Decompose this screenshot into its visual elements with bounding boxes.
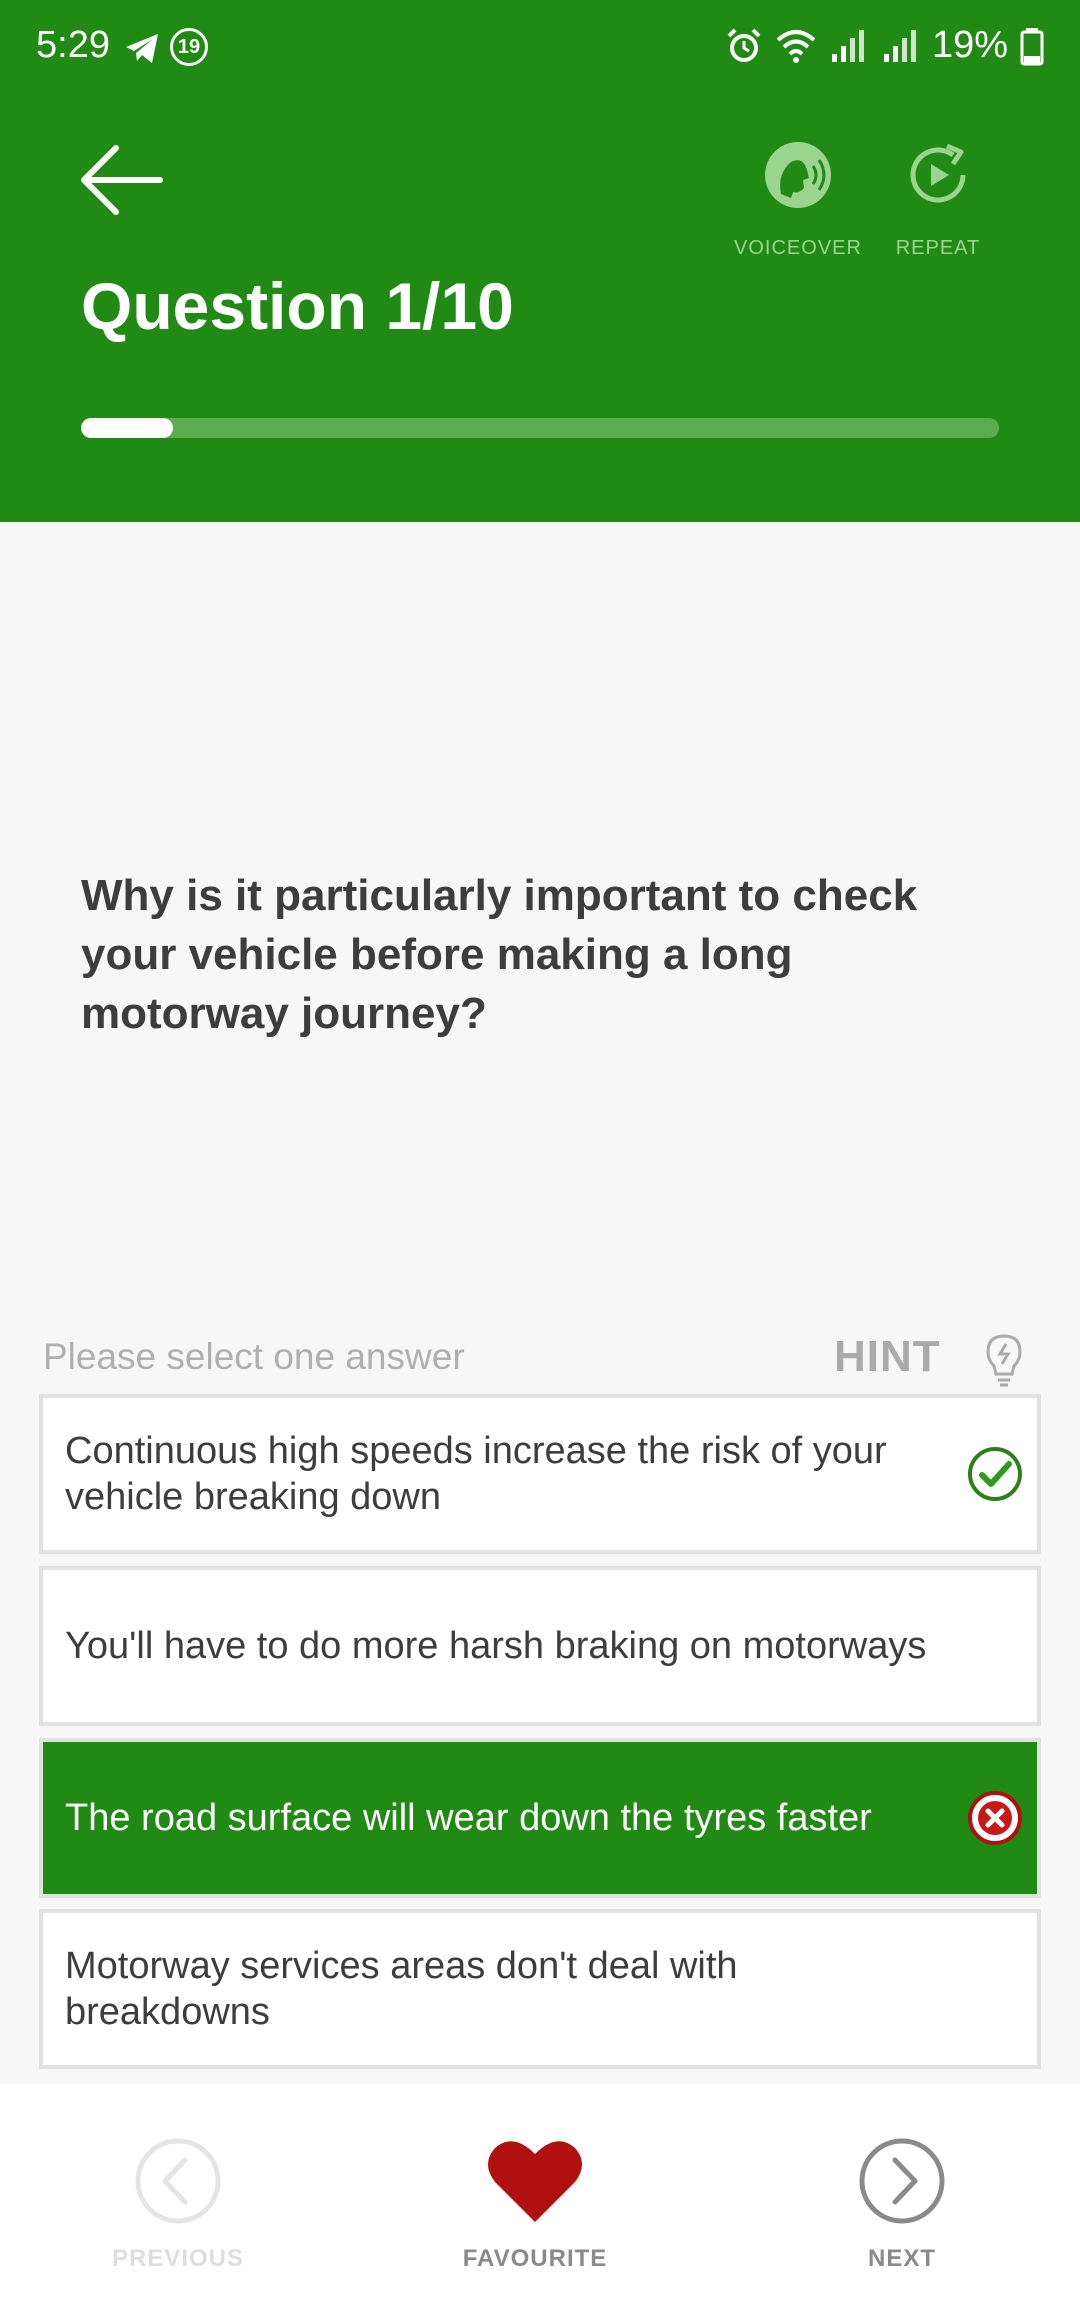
- answer-text: The road surface will wear down the tyre…: [65, 1797, 872, 1839]
- status-time: 5:29: [36, 24, 110, 66]
- status-icons: 19%: [724, 24, 1044, 67]
- wrong-x-icon: [968, 1791, 1022, 1845]
- battery-icon: [1020, 27, 1044, 65]
- previous-label: PREVIOUS: [111, 2245, 245, 2272]
- voiceover-button[interactable]: VOICEOVER: [728, 140, 868, 260]
- answer-text: Motorway services areas don't deal with …: [65, 1945, 738, 2033]
- question-text: Why is it particularly important to chec…: [81, 871, 918, 1038]
- voiceover-icon: [765, 142, 831, 208]
- answer-option-1[interactable]: Continuous high speeds increase the risk…: [39, 1394, 1041, 1554]
- heart-icon: [488, 2141, 582, 2222]
- favourite-label: FAVOURITE: [462, 2245, 608, 2272]
- repeat-button[interactable]: REPEAT: [888, 140, 988, 260]
- select-prompt: Please select one answer: [43, 1336, 465, 1377]
- answer-text: You'll have to do more harsh braking on …: [65, 1625, 927, 1667]
- wifi-icon: [776, 29, 816, 63]
- repeat-label: REPEAT: [895, 237, 981, 259]
- telegram-icon: [126, 34, 158, 63]
- chevron-left-icon: [135, 2138, 221, 2224]
- answer-option-2[interactable]: You'll have to do more harsh braking on …: [39, 1566, 1041, 1726]
- repeat-icon: [910, 143, 966, 203]
- question-counter-title: Question 1/10: [81, 269, 514, 343]
- answer-option-3[interactable]: The road surface will wear down the tyre…: [39, 1738, 1041, 1898]
- alarm-icon: [727, 28, 761, 62]
- back-arrow-icon[interactable]: [76, 140, 166, 220]
- notification-badge-icon: 19: [170, 28, 208, 66]
- progress-bar: [81, 418, 999, 438]
- lightbulb-icon[interactable]: [980, 1332, 1028, 1390]
- next-button[interactable]: NEXT: [822, 2136, 982, 2273]
- signal-icon: [883, 29, 916, 62]
- hint-button[interactable]: HINT: [834, 1332, 941, 1382]
- battery-percent: 19%: [931, 24, 1008, 66]
- favourite-button[interactable]: FAVOURITE: [455, 2136, 615, 2273]
- correct-check-icon: [968, 1447, 1022, 1501]
- bottom-nav: PREVIOUS FAVOURITE NEXT: [0, 2084, 1080, 2316]
- next-label: NEXT: [867, 2245, 936, 2272]
- chevron-right-icon: [859, 2138, 945, 2224]
- answer-text: Continuous high speeds increase the risk…: [65, 1430, 887, 1518]
- progress-fill: [81, 418, 173, 438]
- quiz-screen: 5:29 19 19% VOICEOVER REPEAT Question 1/…: [0, 0, 1080, 2316]
- previous-button[interactable]: PREVIOUS: [98, 2136, 258, 2273]
- answer-option-4[interactable]: Motorway services areas don't deal with …: [39, 1909, 1041, 2069]
- voiceover-label: VOICEOVER: [734, 237, 862, 259]
- signal-icon: [831, 29, 864, 62]
- status-bar: 5:29 19 19%: [0, 0, 1080, 96]
- header: 5:29 19 19% VOICEOVER REPEAT Question 1/…: [0, 0, 1080, 522]
